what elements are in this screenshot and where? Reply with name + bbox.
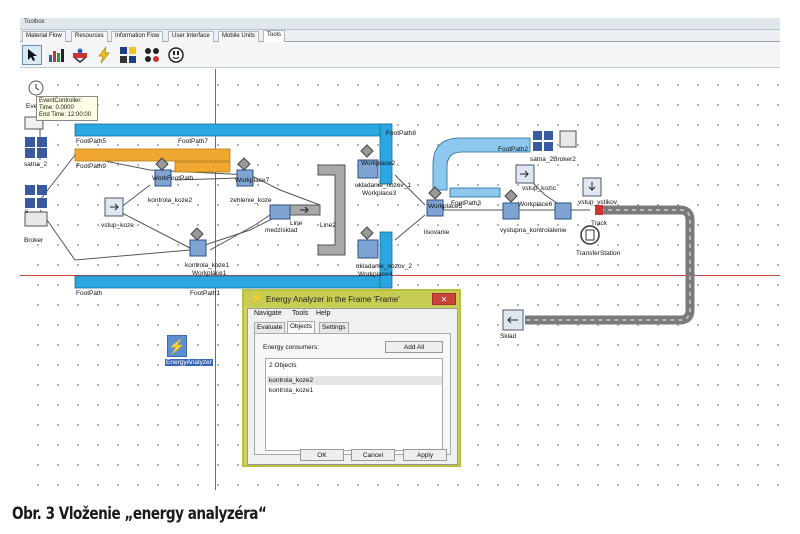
label-ukladanie1: ukladanie_nozov_1 — [355, 182, 412, 189]
tab-objects[interactable]: Objects — [287, 321, 316, 333]
label-workfootpath: WorkFootPath — [152, 175, 194, 182]
label-track: Track — [591, 220, 608, 227]
satna-broker2-icon[interactable] — [533, 130, 577, 151]
label-kontrola-koze2: kontrola_koze2 — [148, 197, 193, 204]
dialog-titlebar[interactable]: ⚡ Energy Analyzer in the Frame 'Frame' ✕ — [244, 291, 459, 307]
label-workplace2: Workplace2 — [361, 160, 396, 167]
energy-analyzer-object[interactable]: ⚡ — [167, 335, 187, 357]
cancel-button[interactable]: Cancel — [351, 449, 395, 461]
dialog-body: Navigate Tools Help Evaluate Objects Set… — [247, 308, 458, 465]
label-workplace4: Workplace4 — [358, 271, 393, 278]
label-satna2: satna_2 — [24, 161, 48, 168]
label-broker: Broker — [24, 237, 44, 244]
ok-button[interactable]: OK — [300, 449, 344, 461]
list-item[interactable]: kontrola_koze2 — [267, 376, 442, 385]
source-icon[interactable] — [104, 197, 124, 217]
label-line2: Line2 — [320, 222, 336, 229]
figure-caption: Obr. 3 Vloženie „energy analyzéra“ — [12, 504, 267, 524]
menu-navigate[interactable]: Navigate — [254, 310, 282, 317]
label-footpath8: FootPath8 — [386, 130, 416, 137]
menu-tools[interactable]: Tools — [292, 310, 308, 317]
label-workplace7: Workplace7 — [235, 177, 270, 184]
close-button[interactable]: ✕ — [432, 293, 456, 305]
objects-panel: Energy consumers: Add All 2 Objects kont… — [254, 333, 451, 455]
label-line: Line — [290, 220, 303, 227]
tooltip-line: End Time: 12:00:00 — [39, 112, 92, 118]
label-lisovanie: lisovanie — [424, 229, 450, 236]
energy-analyzer-dialog: ⚡ Energy Analyzer in the Frame 'Frame' ✕… — [242, 289, 461, 467]
label-vstup-vstikov: vstup_vstikov — [578, 199, 618, 206]
label-workplace1: Workplace1 — [192, 270, 227, 277]
label-vstup-koze: vstup_koze — [101, 222, 134, 229]
energy-consumers-label: Energy consumers: — [263, 344, 319, 351]
tab-settings[interactable]: Settings — [319, 322, 349, 333]
label-vstup-kozic: vstup_kozic — [522, 185, 556, 192]
screenshot: Toolbox Material Flow Resources Informat… — [0, 0, 800, 534]
label-workplace5: Workplace5 — [428, 203, 463, 210]
label-medzisklad: medzisklad — [265, 227, 298, 234]
tooltip-line: EventController: — [39, 98, 83, 104]
label-kontrola-koze1: kontrola_koze1 — [185, 262, 230, 269]
label-footpath9: FootPath9 — [76, 163, 106, 170]
list-header: 2 Objects — [269, 362, 297, 369]
broker-icon[interactable] — [24, 185, 48, 227]
lightning-icon: ⚡ — [168, 337, 186, 354]
label-workplace3: Workplace3 — [362, 190, 397, 197]
label-footpath7: FootPath7 — [178, 138, 208, 145]
label-satna-broker2: satna_2Broker2 — [530, 156, 576, 163]
source-vstikov-icon[interactable] — [582, 177, 602, 197]
dialog-title: Energy Analyzer in the Frame 'Frame' — [266, 295, 400, 304]
label-sklad: Sklad — [500, 333, 517, 340]
tab-evaluate[interactable]: Evaluate — [254, 322, 286, 333]
workplace-icon[interactable] — [154, 159, 572, 259]
label-energyanalyzer[interactable]: EnergyAnalyzer — [165, 359, 213, 366]
source-kozic-icon[interactable] — [515, 164, 535, 184]
sklad-icon[interactable] — [502, 309, 524, 331]
transferstation-icon[interactable] — [580, 225, 600, 245]
worker-diamond-icon — [155, 144, 518, 241]
label-broker-s: s — [25, 208, 29, 215]
list-item[interactable]: kontrola_koze1 — [267, 386, 442, 395]
menu-help[interactable]: Help — [316, 310, 330, 317]
lightning-icon: ⚡ — [250, 293, 263, 304]
consumers-list[interactable]: 2 Objects kontrola_koze2 kontrola_koze1 — [265, 358, 443, 451]
dialog-menubar: Navigate Tools Help — [248, 309, 457, 320]
label-footpath2: FootPath2 — [498, 146, 528, 153]
event-controller-tooltip: EventController: Time: 0.0000 End Time: … — [36, 96, 98, 121]
label-footpath5: FootPath5 — [76, 138, 106, 145]
label-zehlenie: zehlenie_koze — [230, 197, 272, 204]
track-end-marker — [595, 205, 603, 215]
add-all-button[interactable]: Add All — [385, 341, 443, 353]
event-controller-icon[interactable] — [28, 80, 44, 96]
apply-button[interactable]: Apply — [403, 449, 447, 461]
worker-pool-icon[interactable] — [24, 116, 47, 158]
tooltip-line: Time: 0.0000 — [39, 105, 74, 111]
label-footpath1: FootPath1 — [190, 290, 220, 297]
label-footpath: FootPath — [76, 290, 103, 297]
label-vystupna-kontrola: vystupna_kontrolalenie — [500, 227, 567, 234]
label-ukladanie2: ukladanie_nozov_2 — [356, 263, 413, 270]
label-transferstation: TransferStation — [576, 250, 621, 257]
label-workplace6: Workplace6 — [518, 201, 553, 208]
